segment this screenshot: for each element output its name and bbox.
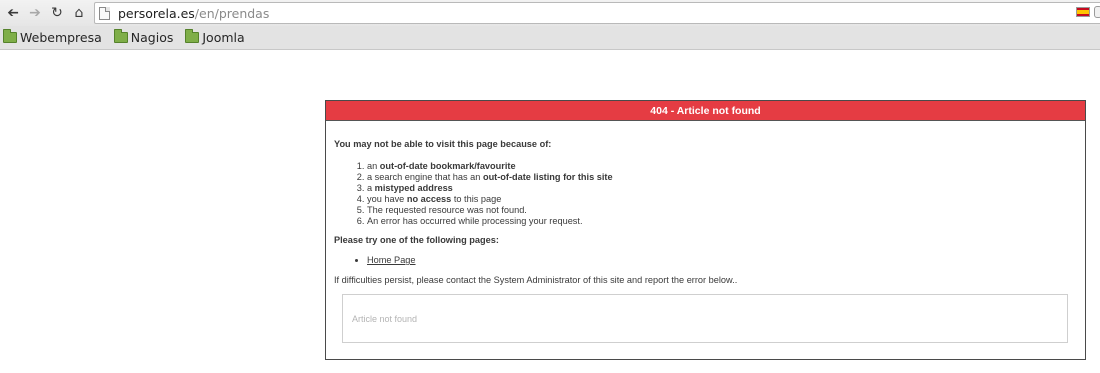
bookmark-label: Webempresa bbox=[20, 30, 102, 45]
reason-item: an out-of-date bookmark/favourite bbox=[367, 161, 1077, 172]
folder-icon bbox=[185, 29, 200, 43]
error-detail: Article not found bbox=[342, 294, 1068, 343]
home-icon[interactable]: ⌂ bbox=[68, 2, 90, 24]
pages-list: Home Page bbox=[334, 255, 1077, 265]
bookmark-nagios[interactable]: Nagios bbox=[113, 29, 174, 45]
back-arrow-icon[interactable]: ➔ bbox=[2, 2, 24, 24]
bookmark-label: Nagios bbox=[130, 30, 174, 45]
folder-icon bbox=[3, 29, 17, 43]
try-heading: Please try one of the following pages: bbox=[334, 235, 499, 245]
forward-arrow-icon[interactable]: ➔ bbox=[24, 2, 46, 24]
reason-item: An error has occurred while processing y… bbox=[367, 216, 1077, 227]
error-intro: You may not be able to visit this page b… bbox=[334, 139, 552, 149]
home-page-link[interactable]: Home Page bbox=[367, 255, 416, 265]
reason-item: a search engine that has an out-of-date … bbox=[367, 172, 1077, 183]
bookmark-webempresa[interactable]: Webempresa bbox=[3, 29, 102, 45]
list-item: Home Page bbox=[367, 255, 1077, 265]
bookmark-joomla[interactable]: Joomla bbox=[185, 29, 245, 45]
error-body: You may not be able to visit this page b… bbox=[326, 121, 1085, 343]
reason-item: The requested resource was not found. bbox=[367, 205, 1077, 216]
url-path: /en/prendas bbox=[194, 5, 270, 21]
error-box: 404 - Article not found You may not be a… bbox=[325, 100, 1086, 360]
extension-icon[interactable] bbox=[1094, 6, 1100, 18]
page-icon bbox=[99, 6, 110, 20]
folder-icon bbox=[113, 29, 128, 43]
reasons-list: an out-of-date bookmark/favourite a sear… bbox=[334, 161, 1077, 227]
url-host: persorela.es bbox=[118, 5, 195, 21]
reason-item: you have no access to this page bbox=[367, 194, 1077, 205]
spanish-flag-icon[interactable] bbox=[1076, 7, 1090, 17]
reason-item: a mistyped address bbox=[367, 183, 1077, 194]
reload-icon[interactable]: ↻ bbox=[46, 2, 68, 24]
error-title: 404 - Article not found bbox=[326, 101, 1085, 121]
bookmark-label: Joomla bbox=[202, 30, 245, 45]
contact-text: If difficulties persist, please contact … bbox=[334, 275, 738, 285]
address-bar[interactable]: persorela.es /en/prendas bbox=[94, 2, 1100, 24]
bookmarks-bar: Webempresa Nagios Joomla bbox=[0, 26, 1100, 50]
